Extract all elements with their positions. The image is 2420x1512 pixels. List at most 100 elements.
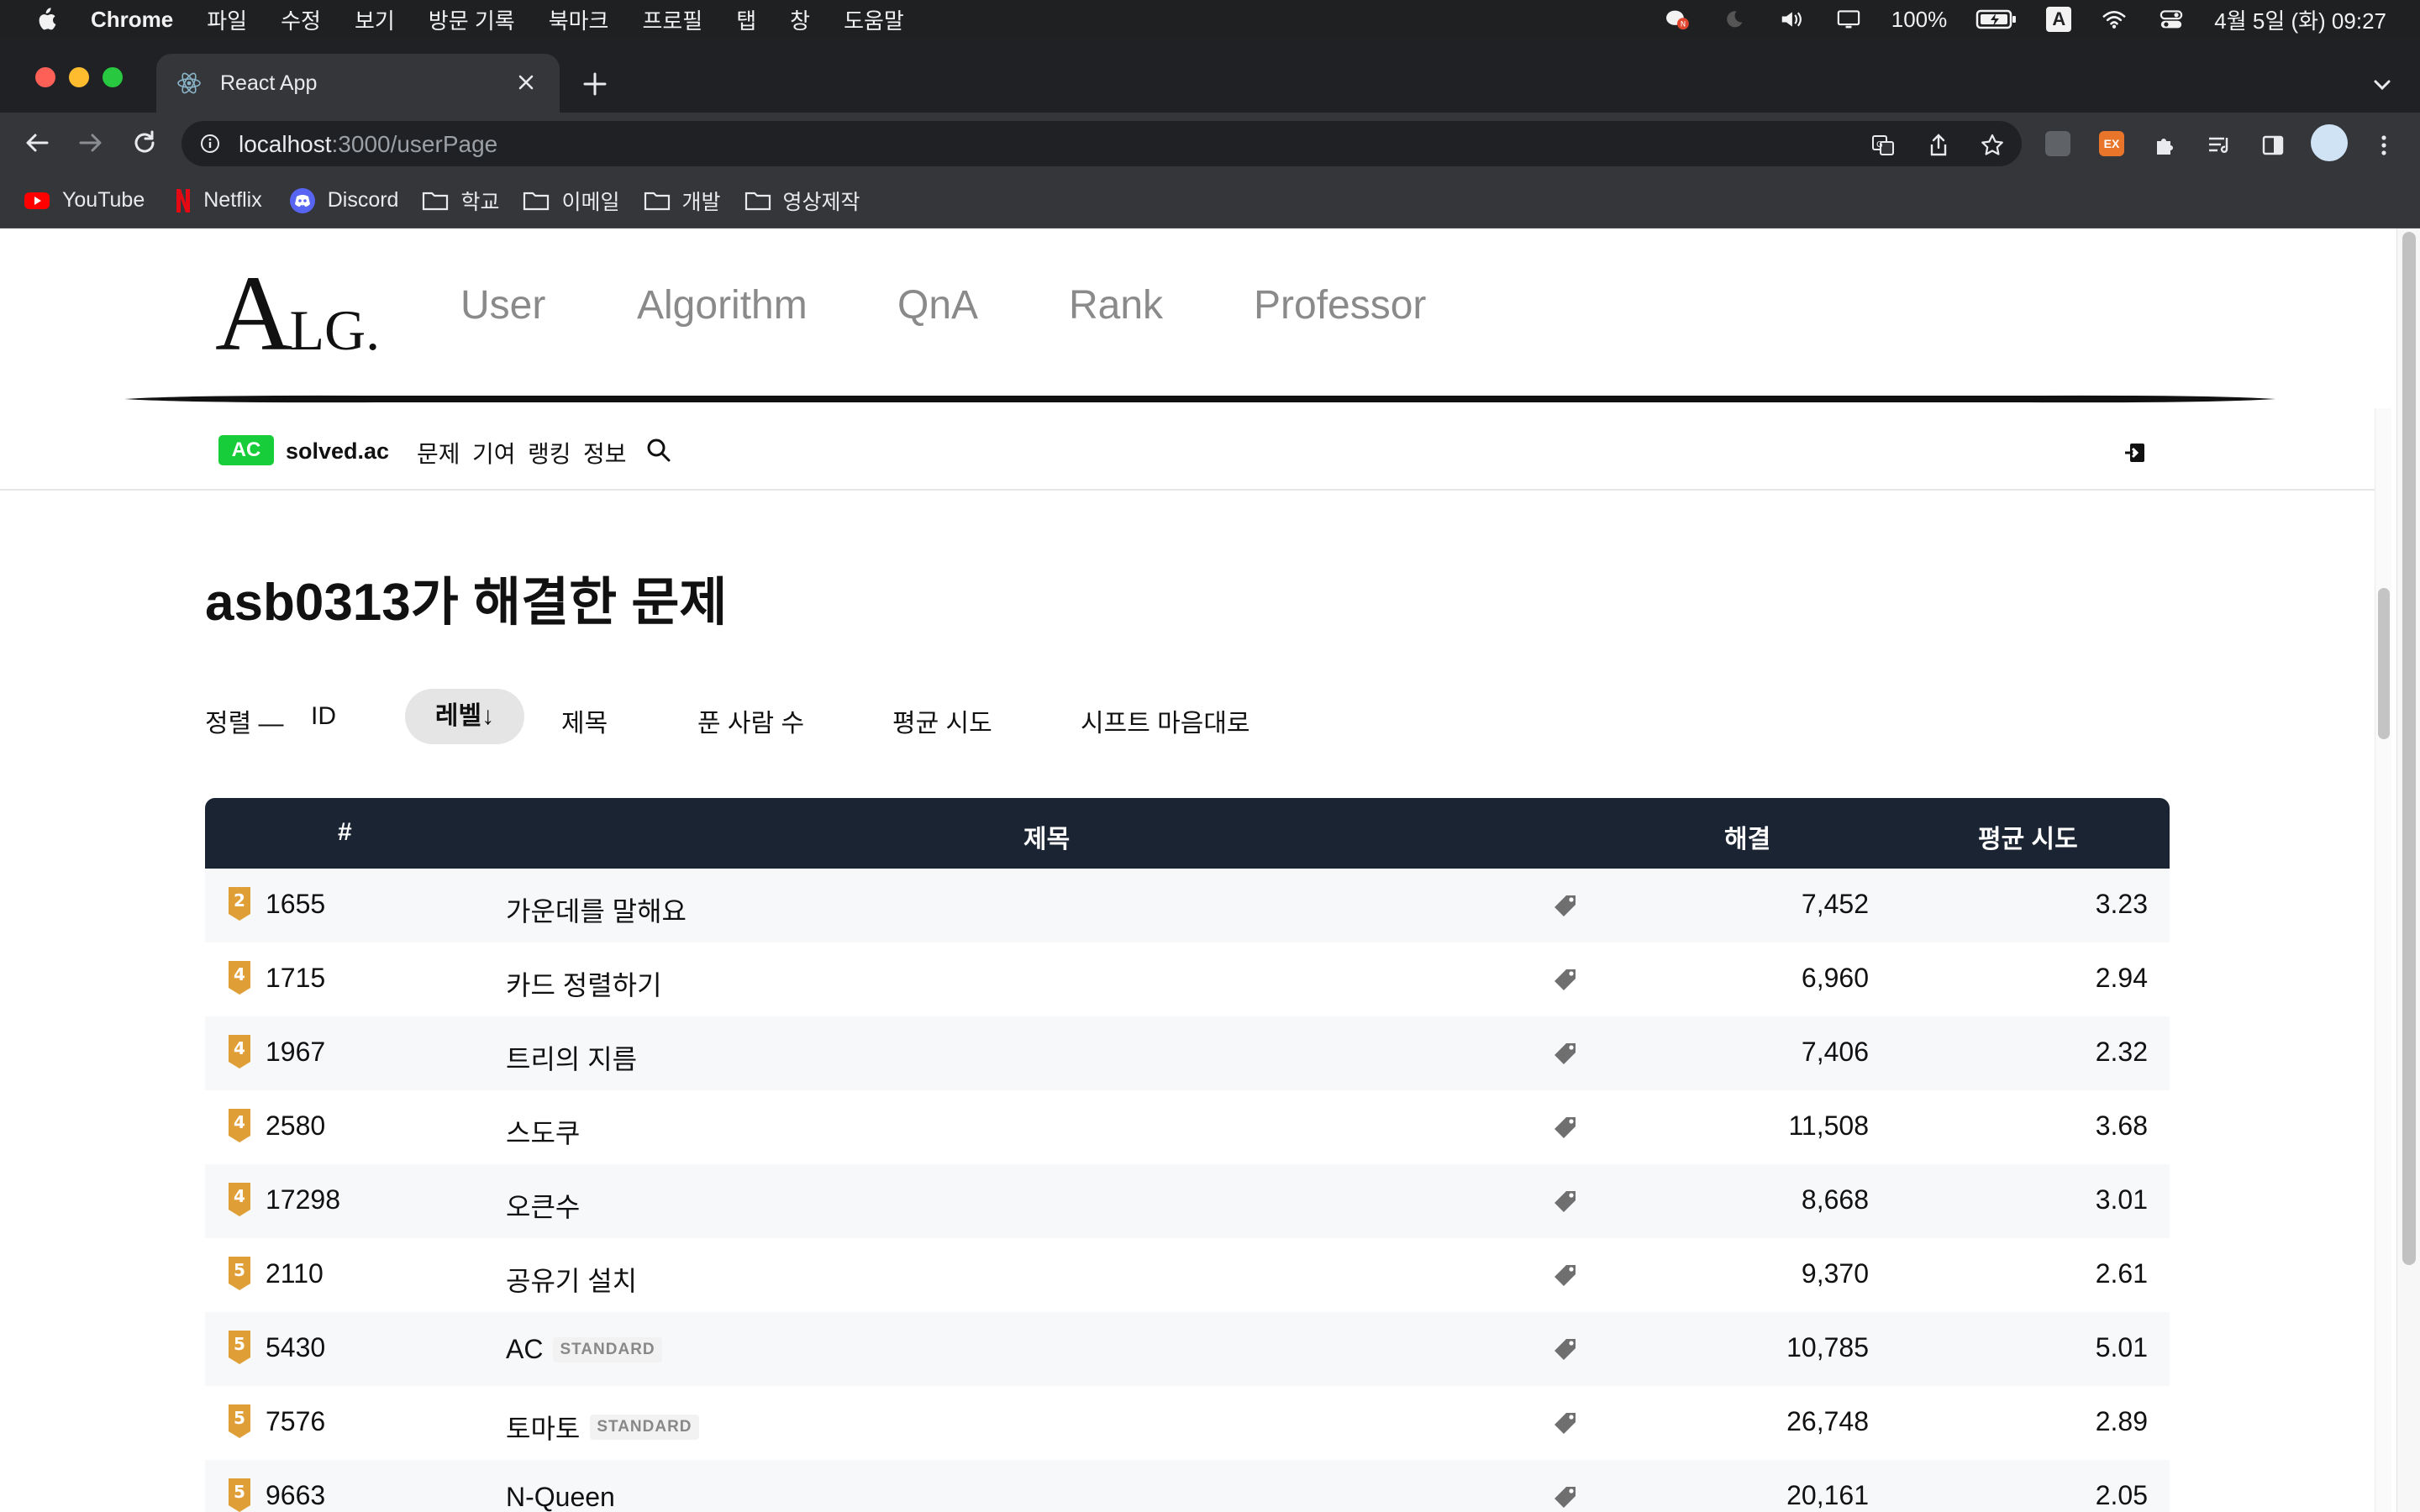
profile-avatar[interactable] [2311,124,2348,161]
sort-option-avg-tries[interactable]: 평균 시도 [892,702,992,739]
sort-option-solved-count[interactable]: 푼 사람 수 [697,702,804,739]
control-center-icon[interactable] [2157,8,2186,30]
volume-icon[interactable] [1777,8,1806,30]
search-icon[interactable] [645,437,672,464]
table-row[interactable]: 4 1715 카드 정렬하기 6,960 2.94 [205,942,2170,1016]
menu-edit[interactable]: 수정 [281,4,321,35]
problem-id[interactable]: 17298 [266,1184,340,1215]
problem-id[interactable]: 9663 [266,1480,325,1511]
bookmark-star-icon[interactable] [1980,133,2005,158]
nav-professor[interactable]: Professor [1254,282,1426,328]
browser-tab-active[interactable]: React App [156,54,560,113]
login-icon[interactable] [2123,440,2148,465]
nav-algorithm[interactable]: Algorithm [637,282,808,328]
menu-clock[interactable]: 4월 5일 (화) 09:27 [2214,4,2386,35]
moon-icon[interactable] [1720,8,1749,30]
reading-list-icon[interactable] [2207,133,2232,158]
problem-id[interactable]: 1715 [266,963,325,994]
menu-file[interactable]: 파일 [207,4,247,35]
bookmark-folder-video[interactable]: 영상제작 [744,186,860,216]
menu-bookmarks[interactable]: 북마크 [549,4,609,35]
tag-icon[interactable] [1551,1114,1580,1142]
share-icon[interactable] [1926,133,1951,158]
forward-arrow-icon[interactable] [76,128,106,158]
bookmark-folder-email[interactable]: 이메일 [523,186,620,216]
display-icon[interactable] [1834,8,1863,30]
tag-icon[interactable] [1551,892,1580,921]
tag-icon[interactable] [1551,1040,1580,1068]
input-source-indicator[interactable]: A [2046,7,2072,32]
sort-option-shuffle[interactable]: 시프트 마음대로 [1081,702,1250,739]
problem-title-text[interactable]: 오큰수 [506,1186,580,1225]
tag-icon[interactable] [1551,1336,1580,1364]
problem-title[interactable]: AC STANDARD [506,1334,662,1365]
problem-title-text[interactable]: 공유기 설치 [506,1260,637,1299]
table-row[interactable]: 5 9663 N-Queen 20,161 2.05 [205,1460,2170,1512]
tag-icon[interactable] [1551,966,1580,995]
bookmark-youtube[interactable]: YouTube [24,188,145,213]
problem-title[interactable]: 공유기 설치 [506,1260,637,1299]
bookmark-discord[interactable]: Discord [289,187,398,214]
sort-option-level[interactable]: 레벨↓ [405,689,524,744]
table-row[interactable]: 4 17298 오큰수 8,668 3.01 [205,1164,2170,1238]
menu-view[interactable]: 보기 [355,4,395,35]
problem-id[interactable]: 1655 [266,889,325,920]
solvedac-menu-problems[interactable]: 문제 [417,436,460,470]
nav-user[interactable]: User [460,282,545,328]
bookmark-folder-dev[interactable]: 개발 [644,186,721,216]
solvedac-badge[interactable]: AC [218,435,274,465]
nav-qna[interactable]: QnA [897,282,978,328]
site-info-icon[interactable] [200,134,220,154]
problem-title-text[interactable]: 토마토 [506,1408,580,1446]
problem-id[interactable]: 2580 [266,1110,325,1142]
column-header-solved[interactable]: 해결 [1724,818,1770,855]
apple-icon[interactable] [34,7,57,32]
problem-title-text[interactable]: 가운데를 말해요 [506,890,687,929]
window-minimize-button[interactable] [69,67,89,87]
problem-title-text[interactable]: N-Queen [506,1482,615,1512]
extension-ex-icon[interactable]: EX [2099,131,2124,156]
problem-id[interactable]: 5430 [266,1332,325,1363]
problem-title[interactable]: 오큰수 [506,1186,580,1225]
bookmark-netflix[interactable]: Netflix [175,188,262,213]
column-header-title[interactable]: 제목 [1023,818,1070,855]
table-row[interactable]: 5 7576 토마토 STANDARD 26,748 2.89 [205,1386,2170,1460]
table-row[interactable]: 5 5430 AC STANDARD 10,785 5.01 [205,1312,2170,1386]
active-app-name[interactable]: Chrome [91,7,173,33]
address-bar[interactable]: localhost:3000/userPage [182,121,2022,166]
problem-title-text[interactable]: 트리의 지름 [506,1038,637,1077]
new-tab-icon[interactable] [581,71,608,97]
problem-title[interactable]: 토마토 STANDARD [506,1408,699,1446]
table-row[interactable]: 5 2110 공유기 설치 9,370 2.61 [205,1238,2170,1312]
site-logo[interactable]: ALG. [215,252,380,375]
tag-icon[interactable] [1551,1483,1580,1512]
solvedac-menu-info[interactable]: 정보 [583,436,627,470]
tag-icon[interactable] [1551,1188,1580,1216]
sort-option-title[interactable]: 제목 [561,702,608,739]
chat-notification-icon[interactable]: N [1663,8,1691,30]
table-row[interactable]: 2 1655 가운데를 말해요 7,452 3.23 [205,869,2170,942]
tag-icon[interactable] [1551,1410,1580,1438]
problem-id[interactable]: 2110 [266,1258,324,1289]
address-url[interactable]: localhost:3000/userPage [239,131,497,158]
tab-search-chevron-icon[interactable] [2371,74,2393,96]
solvedac-name[interactable]: solved.ac [286,438,389,465]
tag-icon[interactable] [1551,1262,1580,1290]
embedded-scrollbar[interactable] [2375,408,2391,1512]
problem-title-text[interactable]: 카드 정렬하기 [506,964,662,1003]
problem-id[interactable]: 7576 [266,1406,325,1437]
solvedac-menu-contrib[interactable]: 기여 [472,436,516,470]
chrome-menu-icon[interactable] [2371,133,2396,158]
translate-icon[interactable]: G [1870,133,1896,158]
sort-option-id[interactable]: ID [311,702,336,731]
column-header-avg-tries[interactable]: 평균 시도 [1978,818,2078,855]
menu-history[interactable]: 방문 기록 [429,4,515,35]
extension-i-icon[interactable] [2045,131,2070,156]
nav-rank[interactable]: Rank [1069,282,1163,328]
problem-title[interactable]: 카드 정렬하기 [506,964,662,1003]
problem-title[interactable]: 가운데를 말해요 [506,890,687,929]
problem-id[interactable]: 1967 [266,1037,325,1068]
problem-title-text[interactable]: 스도쿠 [506,1112,580,1151]
menu-tab[interactable]: 탭 [736,4,756,35]
tab-close-icon[interactable] [514,71,538,94]
